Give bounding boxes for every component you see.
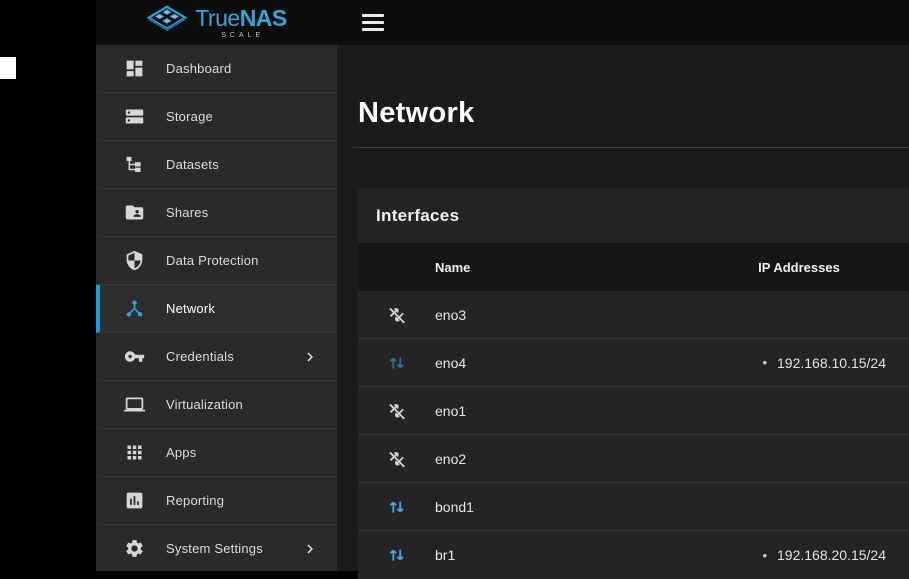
column-header-ip-addresses: IP Addresses (689, 260, 909, 275)
interface-ip-addresses: • 192.168.20.15/24 (689, 547, 909, 563)
window-edge-tab (0, 57, 16, 79)
shield-icon (124, 250, 145, 271)
sidebar-item-network[interactable]: Network (96, 285, 337, 333)
title-divider (353, 147, 909, 148)
interface-name: eno4 (435, 355, 689, 371)
page-title: Network (358, 97, 909, 130)
datasets-tree-icon (124, 154, 145, 175)
interfaces-card-title: Interfaces (376, 206, 459, 226)
interface-ip-addresses: • 192.168.10.15/24 (689, 355, 909, 371)
sidebar-item-reporting[interactable]: Reporting (96, 477, 337, 525)
column-header-name: Name (435, 260, 689, 275)
storage-icon (124, 106, 145, 127)
sidebar-toggle-hamburger-icon[interactable] (362, 14, 384, 31)
sidebar-item-dashboard[interactable]: Dashboard (96, 45, 337, 93)
interface-name: eno2 (435, 451, 689, 467)
sidebar-item-virtualization[interactable]: Virtualization (96, 381, 337, 429)
brand-subtitle: SCALE (221, 32, 287, 39)
list-bullet: • (762, 355, 767, 370)
interface-row-eno3[interactable]: eno3 (358, 291, 909, 339)
interfaces-card-header: Interfaces (358, 188, 909, 243)
interface-up-icon (386, 544, 408, 566)
interface-up-icon (386, 352, 408, 374)
bar-chart-icon (124, 490, 145, 511)
sidebar-item-credentials[interactable]: Credentials (96, 333, 337, 381)
interface-up-icon (386, 496, 408, 518)
sidebar-item-data-protection[interactable]: Data Protection (96, 237, 337, 285)
shared-folder-icon (124, 202, 145, 223)
interface-name: eno3 (435, 307, 689, 323)
sidebar-item-label: Apps (166, 445, 196, 460)
interface-down-icon (386, 304, 408, 326)
sidebar-item-shares[interactable]: Shares (96, 189, 337, 237)
sidebar-item-system-settings[interactable]: System Settings (96, 525, 337, 571)
interface-name: bond1 (435, 499, 689, 515)
interface-name: br1 (435, 547, 689, 563)
left-screen-gutter (0, 0, 96, 571)
interface-down-icon (386, 448, 408, 470)
sidebar-item-storage[interactable]: Storage (96, 93, 337, 141)
interfaces-table-header: Name IP Addresses (358, 243, 909, 291)
sidebar-item-label: Data Protection (166, 253, 259, 268)
list-bullet: • (762, 548, 767, 563)
dashboard-icon (124, 58, 145, 79)
sidebar-item-label: Datasets (166, 157, 219, 172)
main-content: Network Interfaces Name IP Addresses eno… (337, 45, 909, 571)
interface-down-icon (386, 400, 408, 422)
ip-address-value: 192.168.20.15/24 (777, 547, 886, 563)
sidebar-item-label: Dashboard (166, 61, 231, 76)
top-bar: TrueNAS SCALE (96, 0, 909, 45)
interface-row-eno4[interactable]: eno4 • 192.168.10.15/24 (358, 339, 909, 387)
apps-grid-icon (124, 442, 145, 463)
sidebar-item-label: Credentials (166, 349, 234, 364)
sidebar-item-label: Reporting (166, 493, 224, 508)
brand-name: TrueNAS (195, 7, 287, 30)
key-icon (124, 346, 145, 367)
chevron-right-icon (301, 540, 319, 558)
truenas-logo-icon (146, 4, 188, 41)
sidebar-nav: Dashboard Storage Datasets Shares Data P… (96, 45, 337, 571)
network-nodes-icon (124, 298, 145, 319)
interface-row-bond1[interactable]: bond1 (358, 483, 909, 531)
laptop-icon (124, 394, 145, 415)
app-window: TrueNAS SCALE Dashboard Storage Datasets (96, 0, 909, 571)
sidebar-item-label: Network (166, 301, 215, 316)
interface-name: eno1 (435, 403, 689, 419)
interfaces-card: Interfaces Name IP Addresses eno3 eno4 (358, 188, 909, 579)
interface-row-br1[interactable]: br1 • 192.168.20.15/24 (358, 531, 909, 579)
sidebar-item-label: Shares (166, 205, 208, 220)
sidebar-item-label: System Settings (166, 541, 263, 556)
interface-row-eno2[interactable]: eno2 (358, 435, 909, 483)
sidebar-item-label: Storage (166, 109, 213, 124)
sidebar-item-apps[interactable]: Apps (96, 429, 337, 477)
chevron-right-icon (301, 348, 319, 366)
sidebar-item-label: Virtualization (166, 397, 243, 412)
gear-icon (124, 538, 145, 559)
ip-address-value: 192.168.10.15/24 (777, 355, 886, 371)
sidebar-item-datasets[interactable]: Datasets (96, 141, 337, 189)
interface-row-eno1[interactable]: eno1 (358, 387, 909, 435)
truenas-logo[interactable]: TrueNAS SCALE (96, 4, 337, 41)
